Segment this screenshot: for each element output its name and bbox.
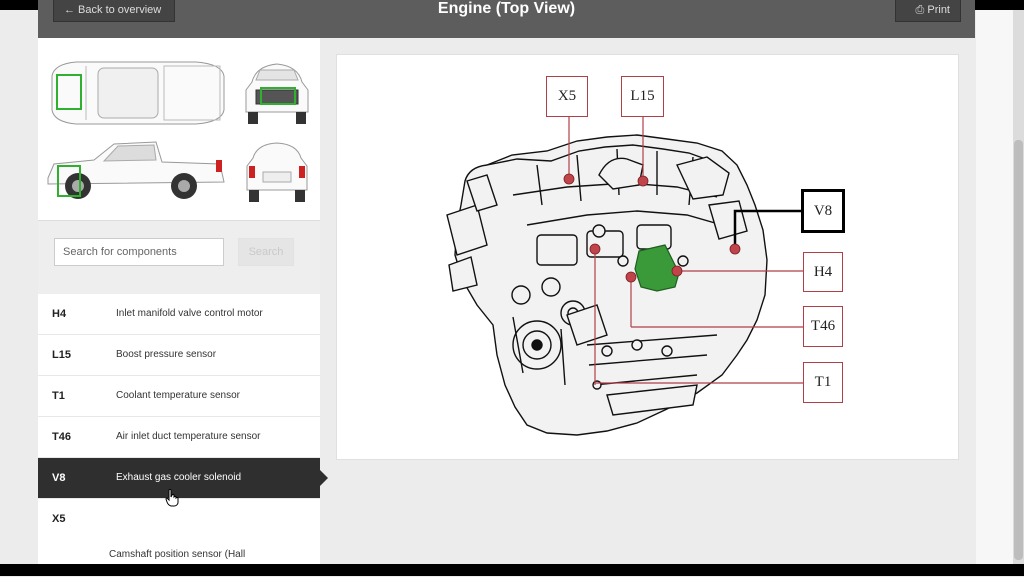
page-header: ← Back to overview Engine (Top View) ⎙ P… <box>38 0 975 38</box>
engine-block <box>446 134 768 436</box>
component-row-x5[interactable]: X5 Camshaft position sensor (Hall Effect… <box>38 499 320 575</box>
back-to-overview-button[interactable]: ← Back to overview <box>53 0 175 22</box>
callout-label-x5[interactable]: X5 <box>546 76 588 117</box>
component-code: X5 <box>52 513 66 525</box>
vehicle-top-view-thumbnail[interactable] <box>46 56 226 130</box>
print-button[interactable]: ⎙ Print <box>895 0 961 22</box>
component-row-l15[interactable]: L15 Boost pressure sensor <box>38 335 320 376</box>
component-list: H4 Inlet manifold valve control motor L1… <box>38 294 328 575</box>
component-description: Boost pressure sensor <box>116 349 217 360</box>
component-description: Coolant temperature sensor <box>116 390 240 401</box>
component-search-input[interactable] <box>54 238 224 266</box>
vehicle-view-thumbnails <box>38 38 320 220</box>
sidebar: Search H4 Inlet manifold valve control m… <box>38 38 328 575</box>
component-code: H4 <box>52 308 67 320</box>
vehicle-front-view-thumbnail[interactable] <box>242 60 312 126</box>
component-code: T46 <box>52 431 71 443</box>
component-description: Air inlet duct temperature sensor <box>116 431 261 442</box>
page-title: Engine (Top View) <box>437 0 576 17</box>
component-code: V8 <box>52 472 66 484</box>
bottom-letterbox <box>0 564 1024 576</box>
component-row-t46[interactable]: T46 Air inlet duct temperature sensor <box>38 417 320 458</box>
scrollbar-thumb[interactable] <box>1014 140 1023 560</box>
engine-diagram-panel: X5 L15 V8 H4 T46 T1 <box>336 54 959 460</box>
component-code: T1 <box>52 390 65 402</box>
callout-label-t1[interactable]: T1 <box>803 362 843 403</box>
component-description: Inlet manifold valve control motor <box>116 308 263 319</box>
vehicle-rear-view-thumbnail[interactable] <box>241 140 313 206</box>
callout-label-t46[interactable]: T46 <box>803 306 843 347</box>
hand-pointer-icon <box>165 489 179 507</box>
search-button[interactable]: Search <box>238 238 294 266</box>
callout-label-v8[interactable]: V8 <box>801 189 845 233</box>
component-row-t1[interactable]: T1 Coolant temperature sensor <box>38 376 320 417</box>
component-code: L15 <box>52 349 71 361</box>
component-row-v8[interactable]: V8 Exhaust gas cooler solenoid <box>38 458 328 499</box>
vehicle-side-view-thumbnail[interactable] <box>44 134 230 206</box>
callout-label-h4[interactable]: H4 <box>803 252 843 292</box>
component-row-h4[interactable]: H4 Inlet manifold valve control motor <box>38 294 320 335</box>
callout-label-l15[interactable]: L15 <box>621 76 664 117</box>
